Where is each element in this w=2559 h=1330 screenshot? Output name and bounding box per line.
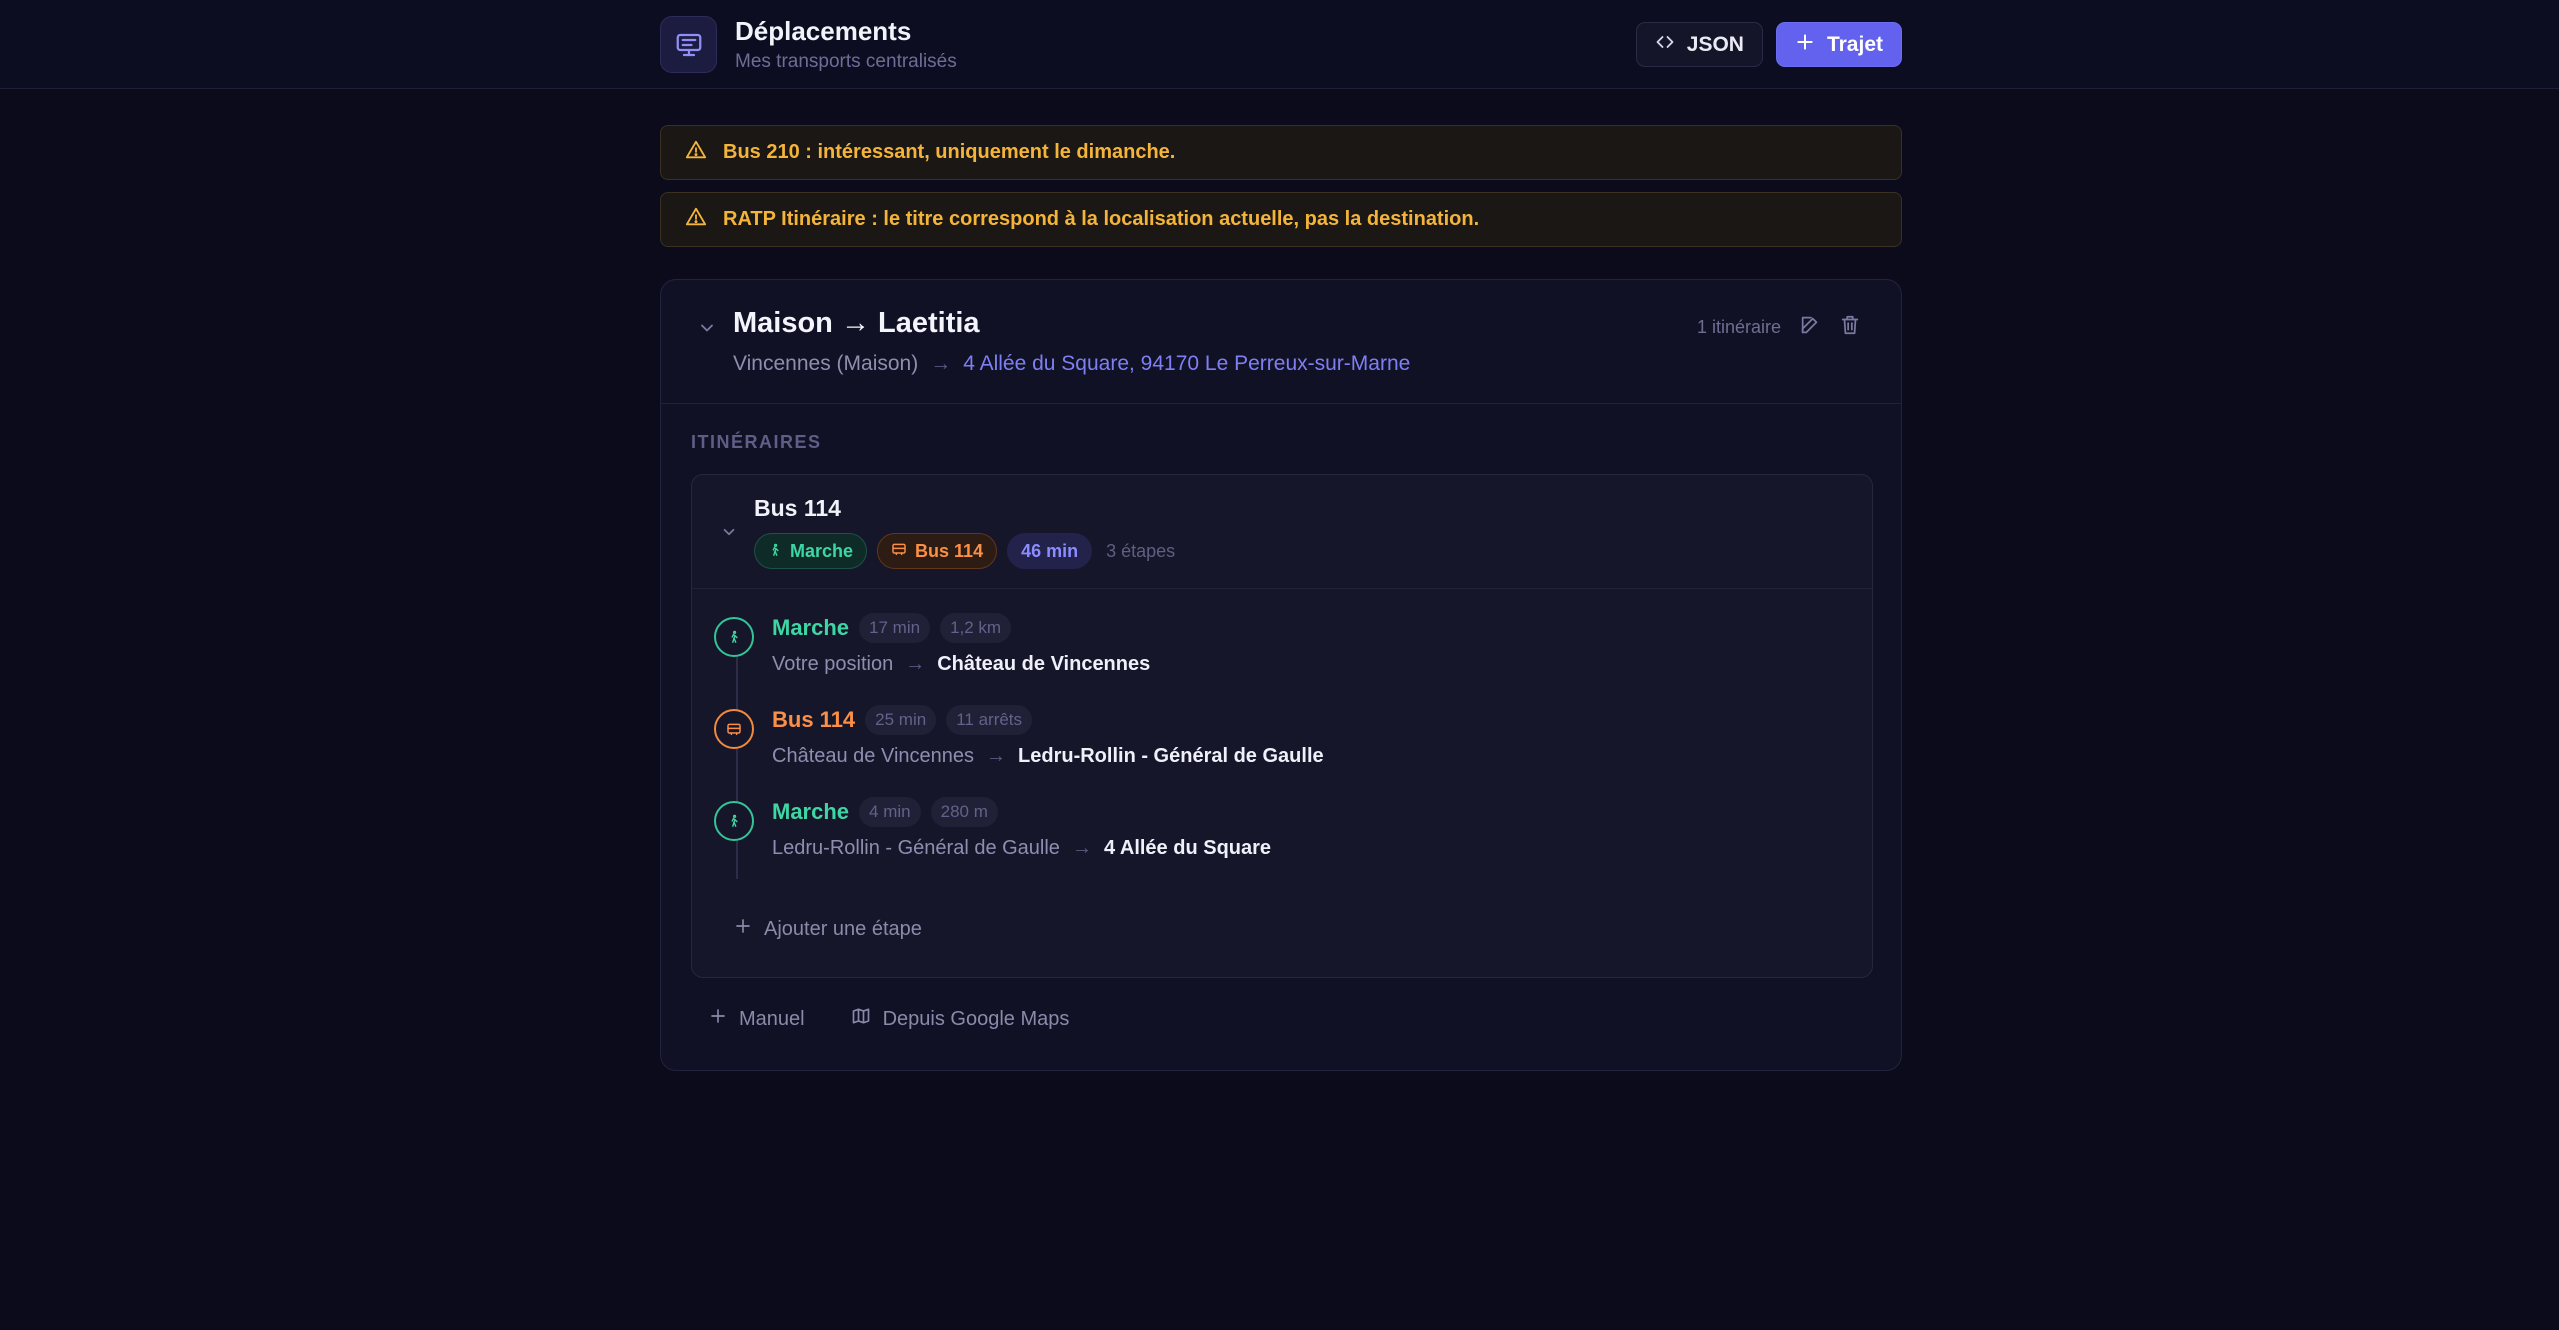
itinerary-step: Bus 114 25 min 11 arrêts Château de Vinc… <box>714 705 1814 775</box>
itinerary-chips: Marche Bus 114 46 min 3 étapes <box>754 533 1175 569</box>
manual-label: Manuel <box>739 1007 805 1030</box>
json-button[interactable]: JSON <box>1635 22 1763 67</box>
trajet-button-label: Trajet <box>1826 32 1883 56</box>
trip-route: Vincennes (Maison) → 4 Allée du Square, … <box>733 352 1410 376</box>
pencil-icon[interactable] <box>1799 314 1821 341</box>
route-arrow: → <box>1071 837 1092 859</box>
step-route: Votre position → Château de Vincennes <box>772 653 1150 676</box>
route-arrow: → <box>930 352 952 375</box>
step-duration: 17 min <box>859 613 931 643</box>
brand-text: Déplacements Mes transports centralisés <box>735 16 957 73</box>
walk-chip-label: Marche <box>790 540 854 561</box>
trip-title: Maison → Laetitia <box>733 307 980 339</box>
plus-icon <box>1795 32 1815 58</box>
step-mode: Marche <box>772 615 850 640</box>
step-header: Bus 114 25 min 11 arrêts <box>772 705 1033 735</box>
app-title: Déplacements <box>735 16 912 46</box>
walking-icon <box>768 541 782 562</box>
header-actions: JSON Trajet <box>1635 22 1902 67</box>
app-subtitle: Mes transports centralisés <box>735 51 957 72</box>
walking-icon <box>714 801 754 841</box>
itinerary-step: Marche 17 min 1,2 km Votre position → Ch… <box>714 613 1814 683</box>
trip-origin: Vincennes (Maison) <box>733 352 919 375</box>
step-route: Ledru-Rollin - Général de Gaulle → 4 All… <box>772 837 1271 860</box>
trip-card-header: Maison → Laetitia Vincennes (Maison) → 4… <box>661 280 1901 404</box>
step-header: Marche 4 min 280 m <box>772 797 998 827</box>
step-mode: Marche <box>772 799 850 824</box>
walking-icon <box>714 617 754 657</box>
trip-meta: 1 itinéraire <box>1697 314 1861 341</box>
warning-triangle-icon <box>685 206 707 234</box>
alert-text: Bus 210 : intéressant, uniquement le dim… <box>723 141 1176 163</box>
warning-triangle-icon <box>685 139 707 167</box>
top-bar-inner: Déplacements Mes transports centralisés … <box>660 0 1902 89</box>
step-route: Château de Vincennes → Ledru-Rollin - Gé… <box>772 745 1324 768</box>
step-mode: Bus 114 <box>772 707 856 732</box>
step-distance: 280 m <box>930 797 998 827</box>
bus-icon <box>714 709 754 749</box>
top-bar: Déplacements Mes transports centralisés … <box>0 0 2559 89</box>
plus-icon <box>734 917 752 941</box>
plus-icon <box>709 1007 727 1031</box>
step-to: 4 Allée du Square <box>1103 837 1272 859</box>
step-to: Château de Vincennes <box>937 653 1151 675</box>
step-from: Château de Vincennes <box>772 745 975 767</box>
itinerary-step: Marche 4 min 280 m Ledru-Rollin - Généra… <box>714 797 1814 867</box>
step-from: Ledru-Rollin - Général de Gaulle <box>772 837 1060 859</box>
add-manual-button[interactable]: Manuel <box>709 1006 805 1032</box>
alert-text: RATP Itinéraire : le titre correspond à … <box>723 208 1480 230</box>
import-google-maps-button[interactable]: Depuis Google Maps <box>851 1006 1070 1032</box>
step-stops: 11 arrêts <box>946 705 1033 735</box>
app-logo-icon <box>660 16 717 73</box>
duration-chip: 46 min <box>1007 533 1093 569</box>
bus-chip-label: Bus 114 <box>915 540 984 561</box>
step-header: Marche 17 min 1,2 km <box>772 613 1012 643</box>
walk-chip: Marche <box>754 533 868 569</box>
bus-chip: Bus 114 <box>877 533 998 569</box>
itinerary-title: Bus 114 <box>754 495 841 521</box>
step-distance: 1,2 km <box>940 613 1012 643</box>
itinerary-count: 1 itinéraire <box>1696 317 1781 337</box>
google-maps-label: Depuis Google Maps <box>882 1007 1070 1030</box>
chevron-down-icon[interactable] <box>697 318 717 343</box>
itineraries-section-label: ITINÉRAIRES <box>691 432 822 452</box>
trash-icon[interactable] <box>1839 314 1861 341</box>
add-trajet-button[interactable]: Trajet <box>1775 22 1902 67</box>
step-to: Ledru-Rollin - Général de Gaulle <box>1018 745 1324 767</box>
brand: Déplacements Mes transports centralisés <box>660 16 957 73</box>
alert-banner: Bus 210 : intéressant, uniquement le dim… <box>660 125 1902 180</box>
map-icon <box>851 1006 871 1032</box>
route-arrow: → <box>905 653 926 675</box>
add-step-button[interactable]: Ajouter une étape <box>734 917 922 941</box>
route-arrow: → <box>986 745 1007 767</box>
add-step-label: Ajouter une étape <box>764 917 922 940</box>
bus-icon <box>891 541 907 562</box>
step-duration: 25 min <box>865 705 937 735</box>
alert-banner: RATP Itinéraire : le titre correspond à … <box>660 192 1902 247</box>
trip-destination-link[interactable]: 4 Allée du Square, 94170 Le Perreux-sur-… <box>963 352 1410 376</box>
step-from: Votre position <box>772 653 894 675</box>
json-button-label: JSON <box>1686 32 1744 56</box>
steps-count: 3 étapes <box>1106 540 1176 561</box>
itinerary-header[interactable]: Bus 114 Marche Bus 114 46 min 3 étapes <box>692 475 1872 589</box>
trip-card: Maison → Laetitia Vincennes (Maison) → 4… <box>660 279 1902 1071</box>
chevron-down-icon[interactable] <box>720 523 738 546</box>
step-duration: 4 min <box>859 797 921 827</box>
itinerary-card: Bus 114 Marche Bus 114 46 min 3 étapes M… <box>691 474 1873 978</box>
trip-card-footer: Manuel Depuis Google Maps <box>709 1006 1069 1032</box>
code-icon <box>1655 32 1675 58</box>
